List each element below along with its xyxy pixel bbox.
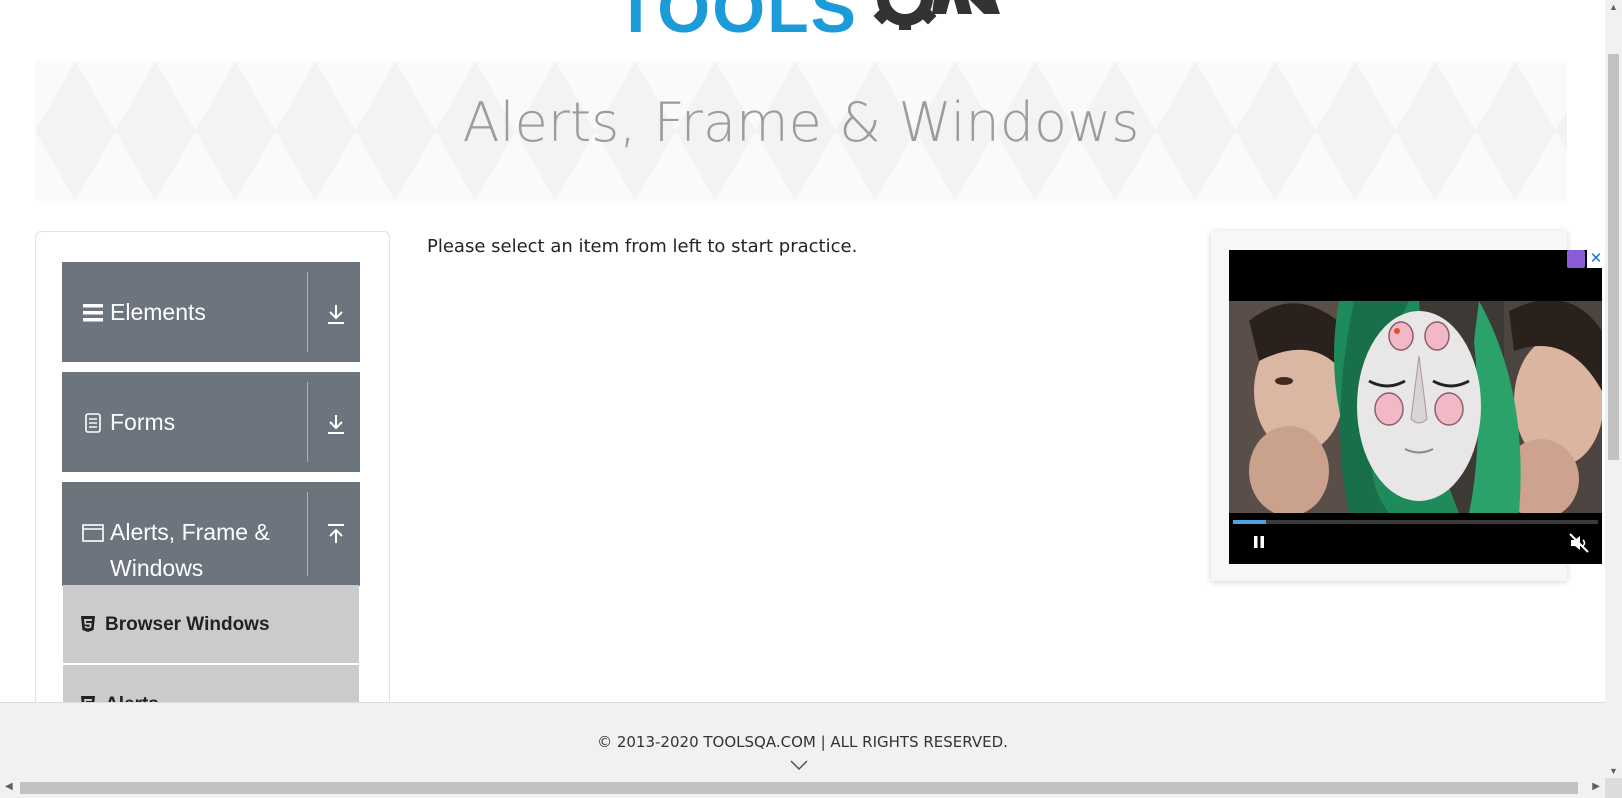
hamburger-icon [83,304,103,322]
group-label-forms: Forms [110,409,176,435]
video-progress-fill [1233,520,1266,524]
muted-speaker-icon[interactable] [1568,532,1590,554]
video-progress-bar[interactable] [1233,520,1598,524]
video-frame-image [1229,301,1602,513]
download-arrow-icon[interactable] [324,412,348,436]
scrollbar-corner [1605,778,1622,798]
toolsqa-logo[interactable]: TOOLS [615,0,1005,50]
pause-icon[interactable] [1251,534,1267,550]
group-label-alerts-frame-windows: Alerts, Frame & Windows [110,519,270,581]
instruction-text: Please select an item from left to start… [427,236,858,257]
scroll-up-arrow-icon[interactable]: ▲ [1609,2,1618,12]
chevron-down-icon[interactable] [790,759,808,771]
group-divider [307,382,308,462]
group-label-elements: Elements [110,299,206,325]
ad-close-icon[interactable]: ✕ [1587,250,1605,268]
logo-text: TOOLS [615,0,858,47]
adchoices-icon[interactable] [1567,250,1585,268]
group-divider [307,272,308,352]
group-header-alerts-frame-windows[interactable]: Alerts, Frame & Windows [62,482,360,586]
scroll-right-arrow-icon[interactable]: ▶ [1592,781,1600,792]
scroll-left-arrow-icon[interactable]: ◀ [5,781,13,792]
logo-gear-icon [873,0,1000,30]
horizontal-scroll-thumb[interactable] [20,782,1578,794]
document-icon [85,413,101,433]
footer-copyright: © 2013-2020 TOOLSQA.COM | ALL RIGHTS RES… [597,733,1008,751]
group-header-forms[interactable]: Forms [62,372,360,472]
html5-icon [81,616,95,632]
group-header-elements[interactable]: Elements [62,262,360,362]
submenu-label-browser-windows: Browser Windows [105,614,270,635]
vertical-scrollbar[interactable]: ▲ ▼ [1605,0,1622,778]
submenu-item-browser-windows[interactable]: Browser Windows [63,585,359,663]
scroll-down-arrow-icon[interactable]: ▼ [1609,766,1618,776]
page-title: Alerts, Frame & Windows [462,91,1140,154]
upload-arrow-icon[interactable] [324,522,348,546]
window-icon [82,524,104,542]
video-ad-player[interactable] [1229,250,1602,564]
vertical-scroll-thumb[interactable] [1608,54,1619,460]
download-arrow-icon[interactable] [324,302,348,326]
horizontal-scrollbar[interactable]: ◀ ▶ [0,778,1605,798]
page-banner: Alerts, Frame & Windows [35,61,1567,201]
group-divider [307,492,308,576]
page-footer: © 2013-2020 TOOLSQA.COM | ALL RIGHTS RES… [0,702,1605,778]
left-menu-panel: Elements Forms Alerts, Frame & Windows B… [35,231,390,711]
